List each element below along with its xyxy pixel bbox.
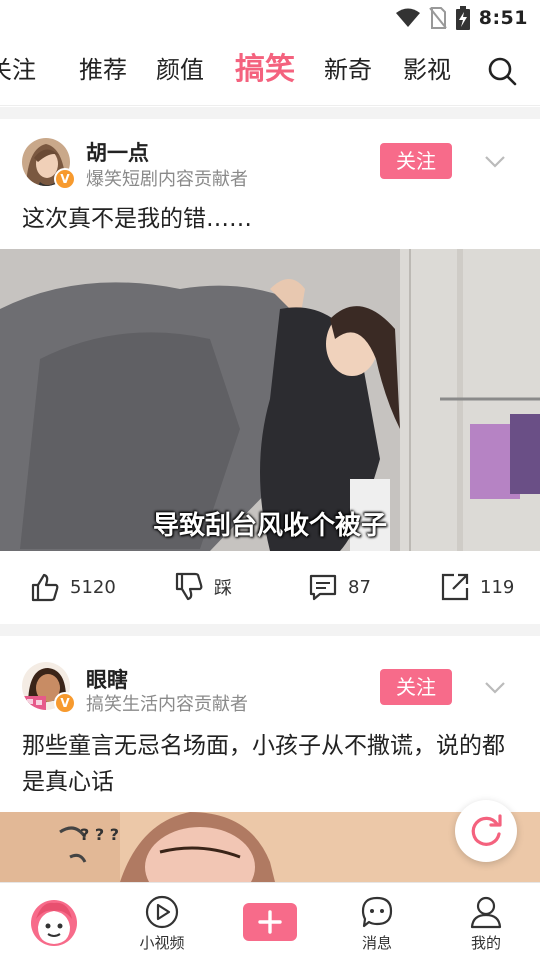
like-count: 5120 [70,576,116,598]
publish-button[interactable] [243,903,297,941]
verified-badge-icon: V [54,692,76,714]
refresh-button[interactable] [455,800,517,862]
nav-messages[interactable]: 消息 [332,883,422,960]
user-icon [470,896,502,929]
author-description: 搞笑生活内容贡献者 [86,694,248,715]
follow-button[interactable]: 关注 [380,143,452,179]
verified-badge-icon: V [54,168,76,190]
search-icon[interactable] [486,55,518,87]
dislike-label: 踩 [214,578,232,599]
status-time: 8:51 [478,7,528,29]
share-icon [441,573,469,601]
message-icon [361,896,393,928]
nav-profile-label: 我的 [470,934,501,952]
svg-text:? ? ?: ? ? ? [80,825,119,844]
tab-film[interactable]: 影视 [403,36,451,106]
nav-profile[interactable]: 我的 [441,883,531,960]
post-title[interactable]: 那些童言无忌名场面，小孩子从不撒谎，说的都是真心话 [22,728,518,800]
thumbs-up-icon [31,573,59,602]
comment-button[interactable]: 87 [308,551,371,623]
thumbs-down-icon [175,572,203,601]
comment-icon [309,574,337,601]
nav-short-video[interactable]: 小视频 [117,883,207,960]
tab-recommend[interactable]: 推荐 [79,36,127,106]
dislike-button[interactable]: 踩 [174,551,232,623]
nav-short-video-label: 小视频 [139,934,185,952]
comment-count: 87 [348,576,371,598]
video-thumbnail[interactable]: 导致刮台风收个被子 [0,249,540,551]
plus-icon [258,910,282,934]
chevron-down-icon[interactable] [484,155,506,169]
bottom-nav: 小视频 消息 我的 [0,882,540,960]
share-button[interactable]: 119 [440,551,514,623]
home-avatar-icon [31,900,77,946]
tab-funny[interactable]: 搞笑 [235,36,295,106]
status-bar: 8:51 [0,0,540,36]
refresh-icon [471,814,502,846]
battery-icon [455,6,470,30]
author-description: 爆笑短剧内容贡献者 [86,169,248,190]
chevron-down-icon[interactable] [484,681,506,695]
post-title[interactable]: 这次真不是我的错…… [22,201,518,237]
wifi-icon [395,8,420,27]
status-icons: 8:51 [395,6,528,30]
play-circle-icon [145,895,179,929]
separator [0,107,540,119]
no-sim-icon [428,7,447,29]
like-button[interactable]: 5120 [30,551,116,623]
author-avatar[interactable]: V [22,138,76,192]
video-subtitle: 导致刮台风收个被子 [152,511,387,541]
tab-follow[interactable]: 关注 [0,36,36,106]
share-count: 119 [480,576,515,598]
nav-home[interactable] [10,883,100,960]
category-tabs: 关注 推荐 颜值 搞笑 新奇 影视 [0,36,540,106]
separator [0,624,540,636]
nav-messages-label: 消息 [361,934,392,952]
tab-novel[interactable]: 新奇 [324,36,372,106]
post-card: V 胡一点 爆笑短剧内容贡献者 关注 这次真不是我的错…… 导致刮台风收个被子 [0,119,540,624]
tab-looks[interactable]: 颜值 [156,36,204,106]
author-avatar[interactable]: V [22,662,76,716]
post-actions: 5120 踩 87 119 [0,551,540,623]
follow-button[interactable]: 关注 [380,669,452,705]
author-name[interactable]: 胡一点 [86,137,149,167]
